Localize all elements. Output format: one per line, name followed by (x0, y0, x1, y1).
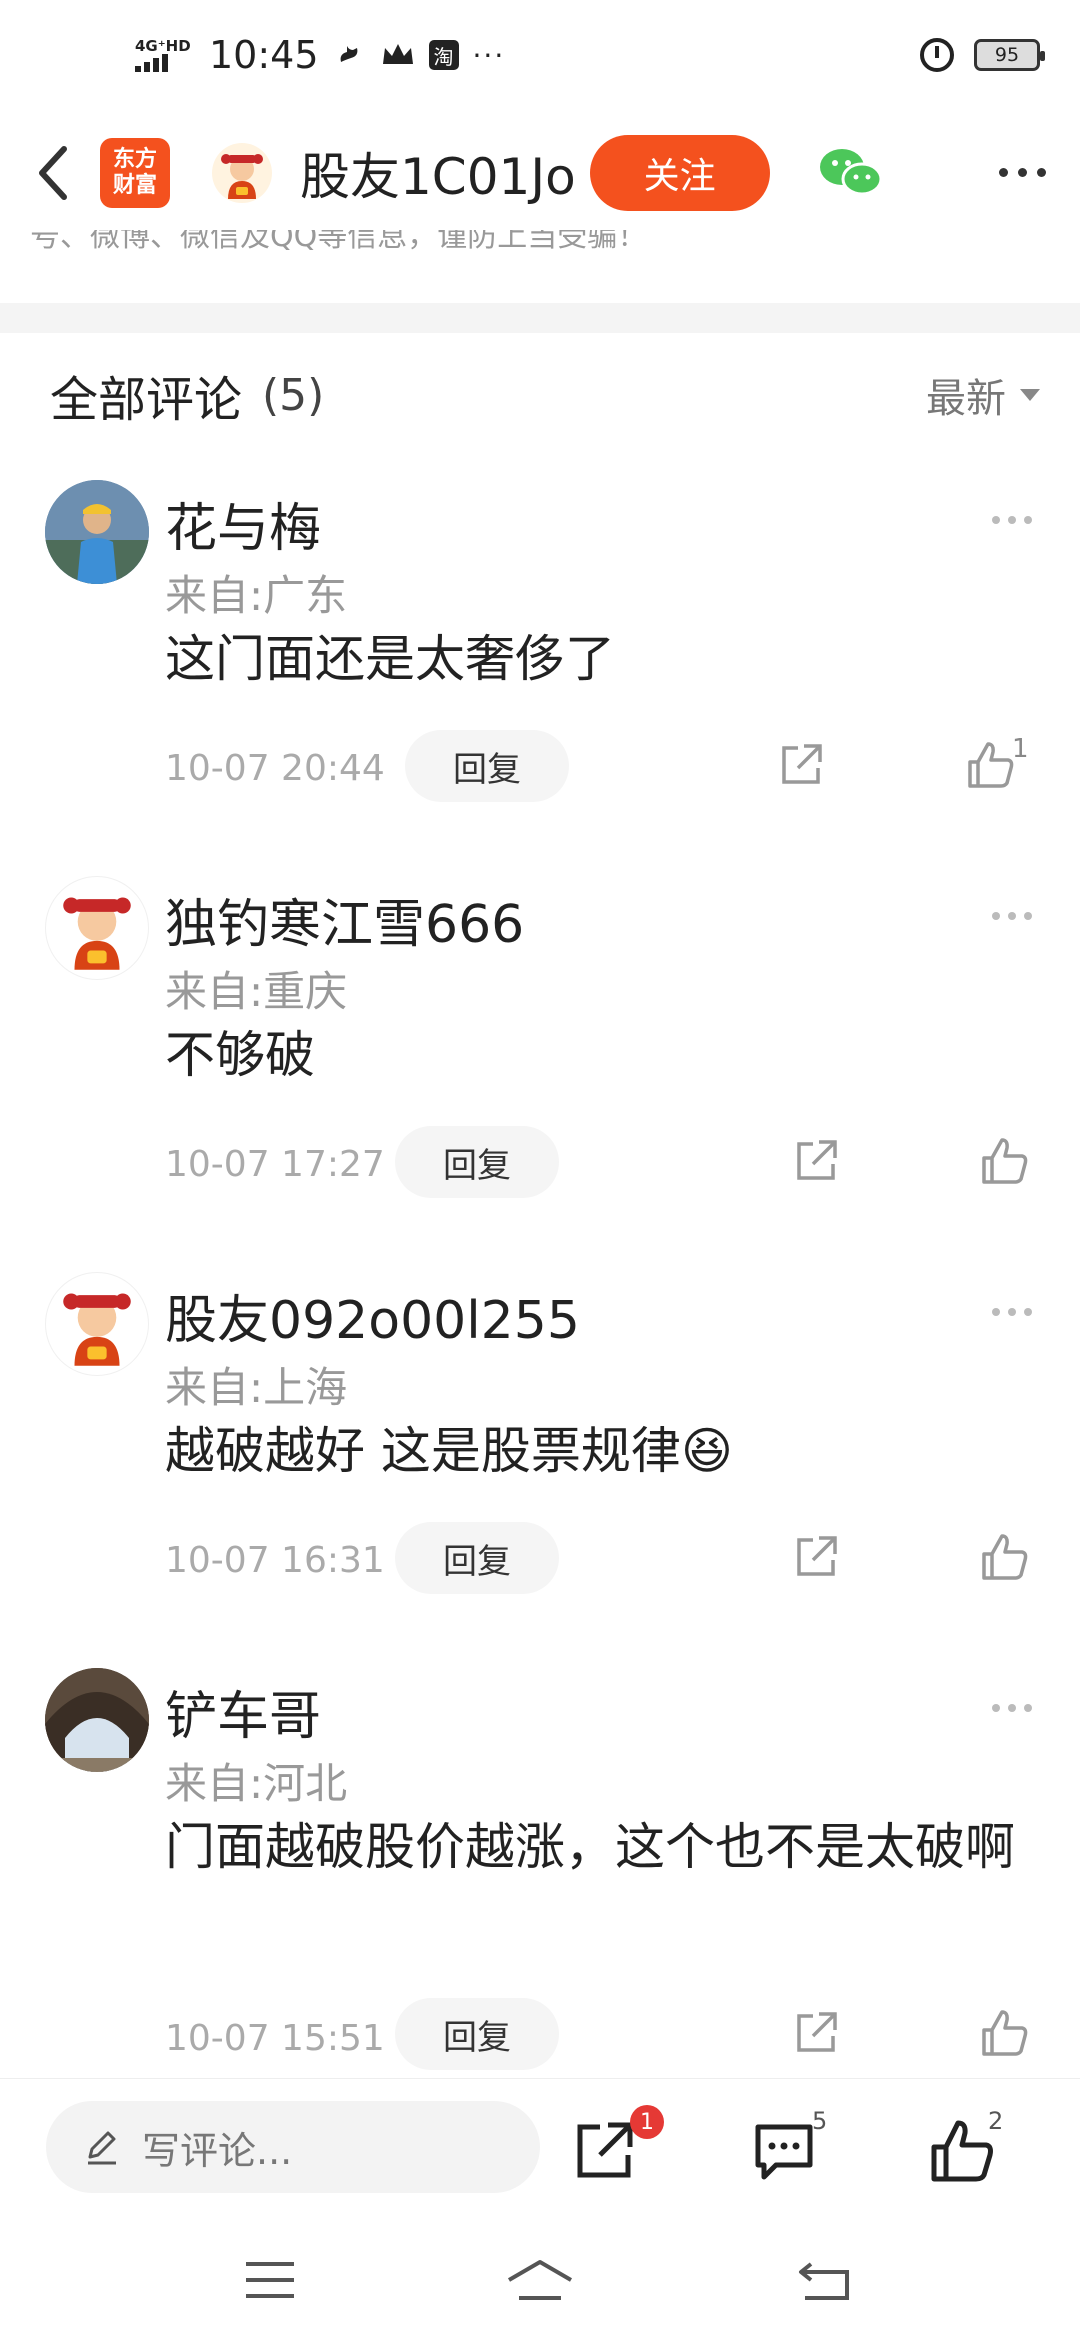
share-icon[interactable] (793, 1534, 839, 1580)
caret-down-icon (1020, 389, 1040, 401)
like-icon[interactable] (966, 740, 1016, 790)
comment-item: 股友092o00l255 来自:上海 越破越好 这是股票规律😆 10-07 16… (0, 1272, 1080, 1612)
sort-dropdown[interactable]: 最新 (926, 366, 1040, 424)
author-avatar[interactable] (212, 142, 272, 203)
comment-item: 花与梅 来自:广东 这门面还是太奢侈了 10-07 20:44 回复 1 (0, 480, 1080, 820)
comment-count: 5 (812, 2107, 828, 2135)
notice-text: 号、微博、微信及QQ等信息，谨防上当受骗！ (30, 230, 648, 254)
like-icon[interactable] (930, 2119, 994, 2183)
brand-line2: 财富 (112, 172, 157, 198)
user-location: 来自:广东 (165, 571, 348, 620)
laughing-emoji: 😆 (680, 1422, 734, 1480)
follow-button[interactable]: 关注 (589, 134, 770, 211)
section-divider (0, 303, 1080, 333)
user-avatar[interactable] (45, 480, 149, 584)
comment-item: 铲车哥 来自:河北 门面越破股价越涨，这个也不是太破啊 10-07 15:51 … (0, 1668, 1080, 2070)
more-options-button[interactable] (999, 168, 1046, 177)
comment-icon[interactable] (752, 2119, 816, 2183)
menu-icon[interactable] (240, 2258, 300, 2302)
bottom-action-bar: 写评论... 1 5 2 (0, 2078, 1080, 2218)
like-icon[interactable] (980, 1136, 1030, 1186)
comment-more-button[interactable] (992, 1704, 1032, 1712)
user-name[interactable]: 花与梅 (165, 486, 321, 561)
eastmoney-logo[interactable]: 东方 财富 (100, 137, 170, 208)
like-icon[interactable] (980, 1532, 1030, 1582)
reply-button[interactable]: 回复 (395, 1522, 559, 1594)
comment-more-button[interactable] (992, 516, 1032, 524)
status-time: 10:45 (209, 33, 319, 77)
brand-line1: 东方 (112, 146, 157, 172)
comment-time: 10-07 16:31 (165, 1540, 385, 1581)
comments-header: 全部评论 (5) 最新 (50, 355, 1040, 435)
user-location: 来自:重庆 (165, 967, 348, 1016)
comments-count: (5) (262, 369, 325, 421)
page-title: 股友1C01Jo (300, 147, 576, 206)
crown-icon (381, 38, 415, 72)
wechat-icon[interactable] (818, 143, 884, 203)
sort-label: 最新 (926, 376, 1006, 422)
comment-time: 10-07 17:27 (165, 1144, 385, 1185)
comment-text: 门面越破股价越涨，这个也不是太破啊 (165, 1818, 1015, 1876)
back-button[interactable] (24, 133, 80, 213)
cellular-signal-icon: 4G⁺HD (135, 38, 195, 72)
user-location: 来自:河北 (165, 1759, 348, 1808)
comment-item: 独钓寒江雪666 来自:重庆 不够破 10-07 17:27 回复 (0, 876, 1080, 1216)
comment-text: 这门面还是太奢侈了 (165, 630, 615, 688)
comment-time: 10-07 20:44 (165, 748, 385, 789)
reply-button[interactable]: 回复 (405, 730, 569, 802)
tiktok-icon (333, 38, 367, 72)
comment-more-button[interactable] (992, 912, 1032, 920)
user-name[interactable]: 独钓寒江雪666 (165, 882, 524, 957)
comment-text-body: 越破越好 这是股票规律 (165, 1422, 681, 1480)
taobao-icon: 淘 (428, 40, 459, 70)
reply-button[interactable]: 回复 (395, 1998, 559, 2070)
user-avatar[interactable] (45, 876, 149, 980)
back-arrow-icon (39, 145, 67, 200)
user-avatar[interactable] (45, 1272, 149, 1376)
comment-text: 不够破 (165, 1026, 315, 1084)
back-nav-icon[interactable] (795, 2258, 855, 2302)
comment-more-button[interactable] (992, 1308, 1032, 1316)
system-navigation-bar (0, 2218, 1080, 2340)
like-icon[interactable] (980, 2008, 1030, 2058)
share-icon[interactable] (778, 742, 824, 788)
user-name[interactable]: 股友092o00l255 (165, 1278, 580, 1353)
comment-time: 10-07 15:51 (165, 2018, 385, 2059)
user-location: 来自:上海 (165, 1363, 348, 1412)
status-bar: 4G⁺HD 10:45 淘 ··· 95 (0, 0, 1080, 110)
user-avatar[interactable] (45, 1668, 149, 1772)
comments-title: 全部评论 (50, 372, 243, 428)
home-icon[interactable] (505, 2258, 575, 2302)
share-badge: 1 (630, 2105, 664, 2139)
pencil-icon (88, 2131, 116, 2165)
nav-header: 东方 财富 股友1C01Jo 关注 (0, 110, 1080, 235)
comment-input[interactable]: 写评论... (46, 2101, 540, 2193)
share-icon[interactable] (793, 2010, 839, 2056)
battery-icon: 95 (974, 39, 1045, 71)
battery-level: 95 (994, 44, 1020, 66)
more-notifications-icon: ··· (472, 38, 506, 72)
share-icon[interactable] (793, 1138, 839, 1184)
like-count: 1 (1012, 734, 1029, 764)
network-type: 4G⁺HD (135, 37, 191, 55)
share-icon[interactable] (572, 2119, 636, 2183)
comment-text: 越破越好 这是股票规律😆 (165, 1412, 1045, 1490)
user-name[interactable]: 铲车哥 (165, 1674, 321, 1749)
comment-input-placeholder: 写评论... (142, 2128, 293, 2173)
alarm-icon (920, 38, 954, 72)
reply-button[interactable]: 回复 (395, 1126, 559, 1198)
like-count: 2 (988, 2107, 1004, 2135)
